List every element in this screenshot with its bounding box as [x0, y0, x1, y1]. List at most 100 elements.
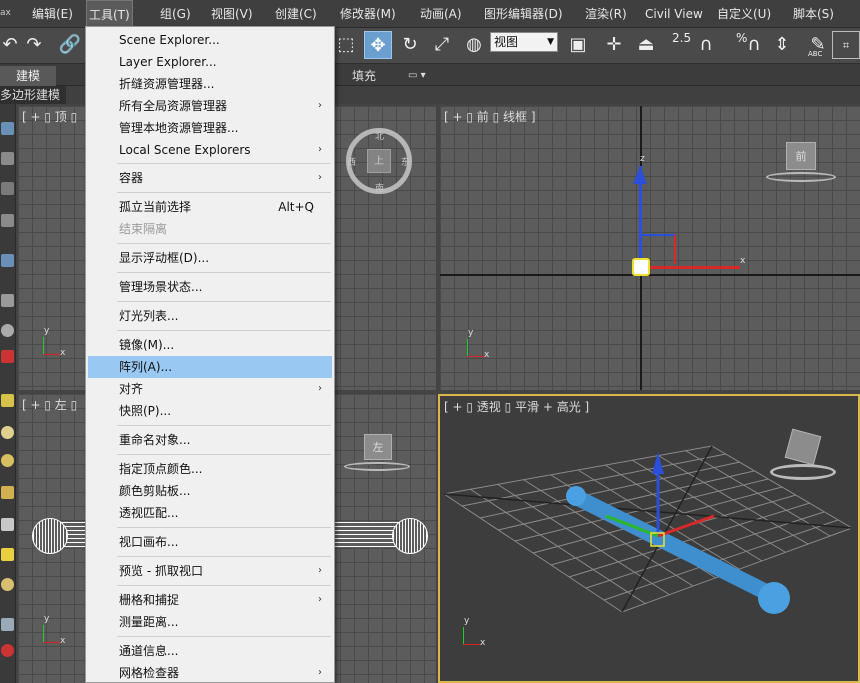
axis-gizmo: y x	[40, 614, 66, 646]
placement-icon[interactable]: ◍	[460, 31, 488, 59]
menu-item-mesh-inspector[interactable]: 网格检查器 ›	[88, 662, 332, 683]
redo-icon[interactable]: ↷	[20, 31, 48, 59]
tool-icon[interactable]	[1, 618, 14, 631]
menu-item-snapshot[interactable]: 快照(P)...	[88, 400, 332, 422]
viewport-top-label[interactable]: [ + ▯ 顶 ▯	[22, 108, 77, 125]
tool-icon[interactable]	[1, 152, 14, 165]
viewcube[interactable]	[770, 426, 836, 486]
subtab-polygon-modeling[interactable]: 多边形建模	[0, 86, 67, 104]
menu-item-containers[interactable]: 容器 ›	[88, 167, 332, 189]
menu-item-array[interactable]: 阵列(A)...	[88, 356, 332, 378]
menu-item-align[interactable]: 对齐 ›	[88, 378, 332, 400]
tool-icon[interactable]	[1, 426, 14, 439]
keyboard-shortcut-icon[interactable]: ⏏	[632, 31, 660, 59]
menu-item-all-global-explorers[interactable]: 所有全局资源管理器 ›	[88, 95, 332, 117]
rotate-tool-icon[interactable]: ↻	[396, 31, 424, 59]
menu-civil-view[interactable]: Civil View	[645, 0, 703, 28]
menu-bar: ax 编辑(E) 工具(T) 组(G) 视图(V) 创建(C) 修改器(M) 动…	[0, 0, 860, 28]
menu-group[interactable]: 组(G)	[160, 0, 191, 28]
viewport-perspective[interactable]: [ + ▯ 透视 ▯ 平滑 + 高光 ] y x	[438, 394, 860, 683]
menu-view[interactable]: 视图(V)	[211, 0, 253, 28]
menu-item-crease-explorer[interactable]: 折缝资源管理器...	[88, 73, 332, 95]
ribbon-options-dropdown[interactable]: ▭ ▾	[408, 66, 426, 86]
tab-modeling[interactable]: 建模	[0, 66, 56, 86]
menu-item-color-clipboard[interactable]: 颜色剪贴板...	[88, 480, 332, 502]
viewcube-face[interactable]: 左	[364, 434, 392, 460]
tool-icon[interactable]	[1, 548, 14, 561]
menu-item-light-lister[interactable]: 灯光列表...	[88, 305, 332, 327]
viewcube-face[interactable]: 前	[786, 142, 816, 170]
tool-icon[interactable]	[1, 644, 14, 657]
sphere-end-wireframe[interactable]	[392, 518, 428, 554]
compass-north: 北	[375, 132, 385, 142]
viewcube[interactable]: 前	[766, 136, 836, 184]
selected-object-point[interactable]	[632, 258, 650, 276]
tool-icon[interactable]	[1, 518, 14, 531]
reference-coordinate-select[interactable]: 视图 ▼	[490, 32, 558, 52]
viewcube-face[interactable]	[784, 428, 822, 466]
menu-item-rename-objects[interactable]: 重命名对象...	[88, 429, 332, 451]
angle-snap-icon[interactable]: ∩	[692, 31, 720, 59]
chevron-right-icon: ›	[318, 100, 322, 111]
menu-item-manage-local-explorers[interactable]: 管理本地资源管理器...	[88, 117, 332, 139]
tool-icon[interactable]	[1, 486, 14, 499]
menu-item-display-floater[interactable]: 显示浮动框(D)...	[88, 247, 332, 269]
z-axis-arrowhead	[633, 166, 647, 184]
viewcube-face[interactable]: 上	[367, 149, 391, 173]
viewcube-compass[interactable]: 上 北 南 东 西	[346, 128, 412, 194]
menu-modifiers[interactable]: 修改器(M)	[340, 0, 396, 28]
menu-tools[interactable]: 工具(T)	[86, 0, 133, 28]
menu-item-layer-explorer[interactable]: Layer Explorer...	[88, 51, 332, 73]
menu-item-channel-info[interactable]: 通道信息...	[88, 640, 332, 662]
menu-item-manage-scene-states[interactable]: 管理场景状态...	[88, 276, 332, 298]
pivot-center-icon[interactable]: ▣	[564, 31, 592, 59]
window-crossing-icon[interactable]: ⬚	[332, 31, 360, 59]
menu-item-measure-distance[interactable]: 测量距离...	[88, 611, 332, 633]
tool-icon[interactable]	[1, 294, 14, 307]
tool-icon[interactable]	[1, 122, 14, 135]
menu-animation[interactable]: 动画(A)	[420, 0, 462, 28]
select-manipulate-icon[interactable]: ✛	[600, 31, 628, 59]
tool-icon[interactable]	[1, 182, 14, 195]
link-icon[interactable]: 🔗	[56, 31, 84, 59]
viewport-front[interactable]: [ + ▯ 前 ▯ 线框 ] 前 z x y x	[440, 106, 860, 390]
scale-tool-icon[interactable]: ⤢	[428, 31, 456, 59]
viewcube[interactable]: 左	[344, 432, 410, 472]
viewport-front-label[interactable]: [ + ▯ 前 ▯ 线框 ]	[444, 108, 536, 125]
menu-item-preview-grab-viewport[interactable]: 预览 - 抓取视口 ›	[88, 560, 332, 582]
reference-coordinate-value: 视图	[494, 35, 519, 49]
tool-icon[interactable]	[1, 394, 14, 407]
menu-item-scene-explorer[interactable]: Scene Explorer...	[88, 29, 332, 51]
move-tool-icon[interactable]: ✥	[364, 31, 392, 59]
menu-create[interactable]: 创建(C)	[275, 0, 317, 28]
named-selection-sets[interactable]: ⌗	[832, 31, 860, 59]
menu-item-grids-and-snaps[interactable]: 栅格和捕捉 ›	[88, 589, 332, 611]
menu-customize[interactable]: 自定义(U)	[717, 0, 771, 28]
menu-item-mirror[interactable]: 镜像(M)...	[88, 334, 332, 356]
tool-icon[interactable]	[1, 214, 14, 227]
spinner-snap-icon[interactable]: ⇕	[768, 31, 796, 59]
menu-item-assign-vertex-colors[interactable]: 指定顶点颜色...	[88, 458, 332, 480]
menu-separator	[117, 454, 331, 455]
compass-south: 南	[375, 184, 385, 194]
menu-item-isolate-selection[interactable]: 孤立当前选择 Alt+Q	[88, 196, 332, 218]
tool-icon[interactable]	[1, 454, 14, 467]
tool-icon[interactable]	[1, 254, 14, 267]
snap-toggle-label[interactable]: 2.5	[672, 31, 691, 45]
tool-icon[interactable]	[1, 578, 14, 591]
tool-icon[interactable]	[1, 350, 14, 363]
chevron-right-icon: ›	[318, 594, 322, 605]
sphere-end-wireframe[interactable]	[32, 518, 68, 554]
viewport-left-label[interactable]: [ + ▯ 左 ▯	[22, 396, 77, 413]
tab-populate[interactable]: 填充	[352, 66, 376, 86]
menu-edit[interactable]: 编辑(E)	[32, 0, 73, 28]
menu-item-local-scene-explorers[interactable]: Local Scene Explorers ›	[88, 139, 332, 161]
app-logo-fragment: ax	[0, 8, 11, 18]
menu-graph-editors[interactable]: 图形编辑器(D)	[484, 0, 563, 28]
menu-item-perspective-match[interactable]: 透视匹配...	[88, 502, 332, 524]
menu-rendering[interactable]: 渲染(R)	[585, 0, 627, 28]
tool-icon[interactable]	[1, 324, 14, 337]
menu-scripting[interactable]: 脚本(S)	[793, 0, 834, 28]
menu-item-viewport-canvas[interactable]: 视口画布...	[88, 531, 332, 553]
magnet-icon[interactable]: ∩	[740, 31, 768, 59]
